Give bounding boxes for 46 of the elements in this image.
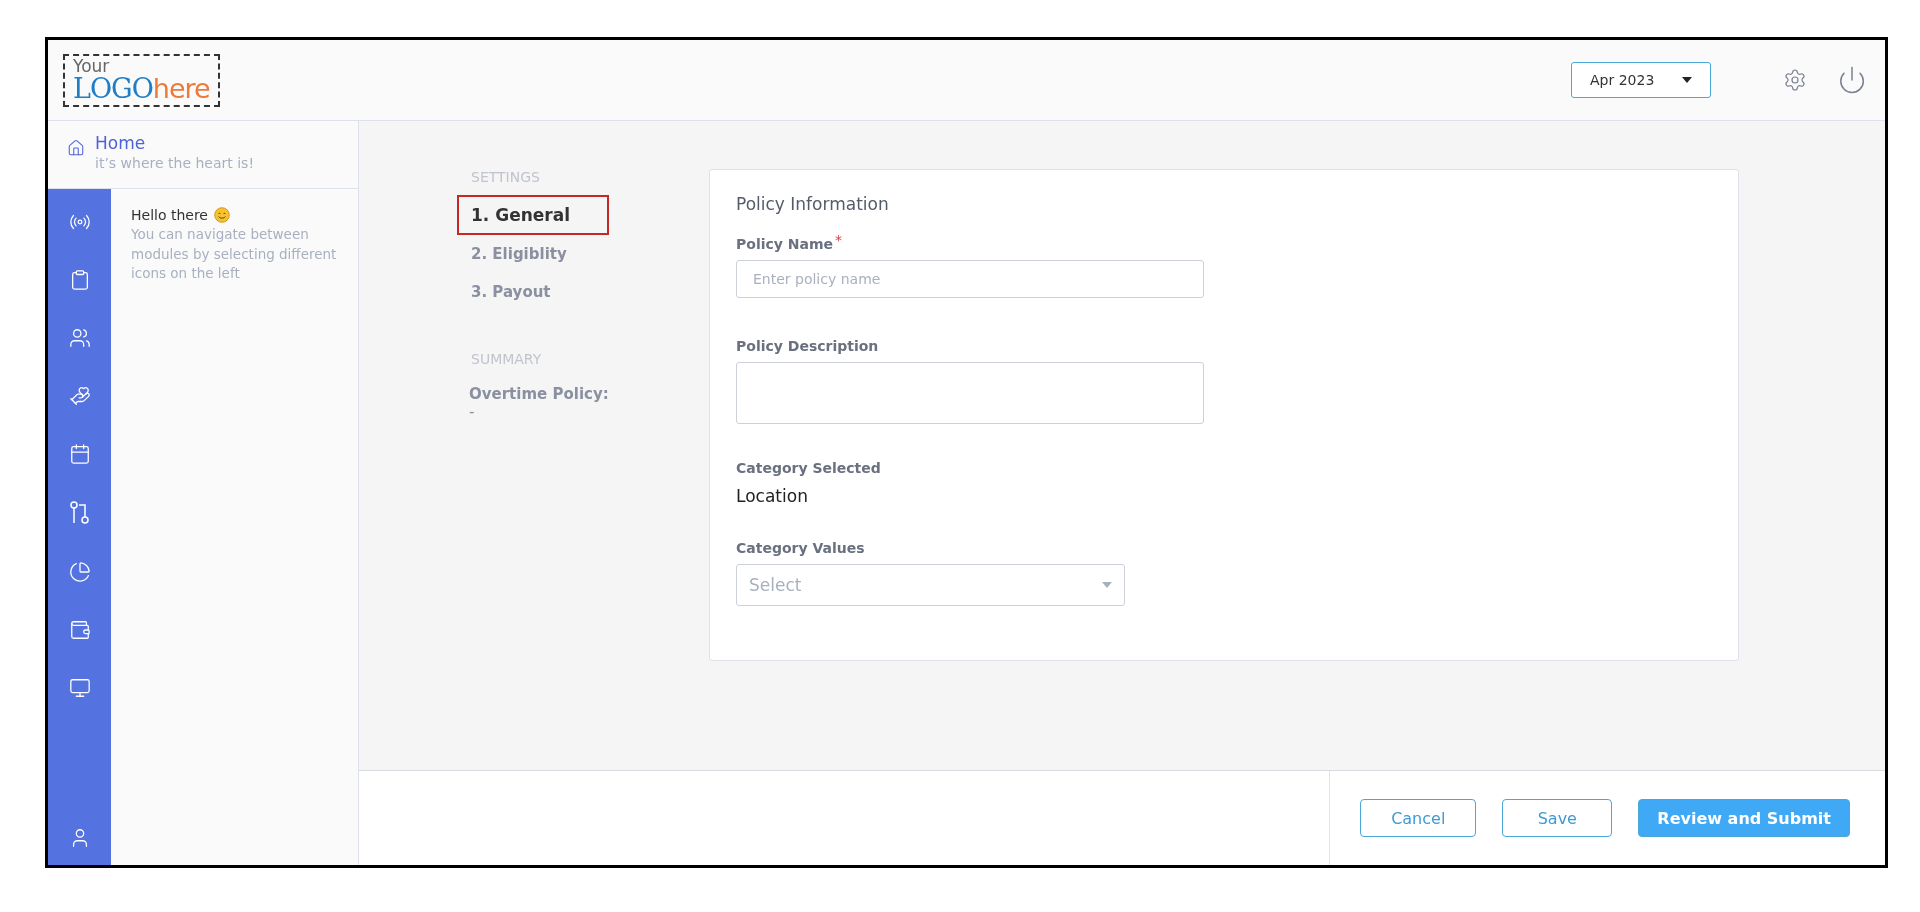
caret-icon [1682, 77, 1692, 83]
period-dropdown[interactable]: Apr 2023 [1571, 62, 1711, 98]
summary-value: - [469, 403, 476, 421]
smiley-icon [214, 207, 230, 223]
field-label: Policy Description [736, 338, 879, 354]
submit-button[interactable]: Review and Submit [1638, 799, 1850, 837]
route-icon [68, 501, 91, 525]
rail-button[interactable] [68, 561, 91, 583]
home-link[interactable]: Home [95, 133, 254, 153]
input-field[interactable]: Enter policy name [736, 260, 1204, 298]
required-mark: * [835, 232, 843, 248]
caret-icon [1102, 582, 1112, 588]
settings-icon [1783, 68, 1807, 92]
rail-button[interactable] [68, 619, 91, 641]
select-dropdown[interactable]: Select [736, 564, 1125, 606]
step-link[interactable]: 2. Eligiblity [457, 235, 609, 273]
field-label: Category Selected [736, 460, 881, 476]
hand-icon [68, 385, 91, 407]
rail-button[interactable] [68, 677, 91, 699]
step-link[interactable]: 1. General [457, 195, 609, 235]
wallet-icon [68, 619, 91, 641]
action-button[interactable]: Cancel [1360, 799, 1477, 837]
rail-button[interactable] [68, 327, 91, 349]
card-title: Policy Information [736, 194, 890, 214]
rail-button[interactable] [68, 501, 91, 525]
field-value: Location [736, 486, 809, 506]
users-icon [68, 327, 91, 349]
home-subtitle: it’s where the heart is! [95, 155, 254, 171]
summary-label: Overtime Policy: [469, 385, 610, 403]
field-label: Policy Name [736, 236, 834, 252]
logo: Your LOGOhere [63, 53, 220, 107]
textarea-field[interactable] [736, 362, 1204, 424]
power-icon [1837, 65, 1867, 95]
settings-button[interactable] [1783, 68, 1807, 92]
welcome-title: Hello there [131, 207, 208, 223]
welcome-text: You can navigate between modules by selecting different icons on the left [131, 225, 338, 284]
step-link[interactable]: 3. Payout [457, 273, 609, 311]
monitor-icon [68, 677, 91, 699]
pie-chart-icon [68, 561, 91, 583]
field-label: Category Values [736, 540, 865, 556]
home-icon [67, 139, 85, 157]
action-button[interactable]: Save [1502, 799, 1613, 837]
rail-button[interactable] [68, 385, 91, 407]
power-button[interactable] [1837, 65, 1867, 95]
rail-button[interactable] [68, 443, 91, 465]
calendar-icon [68, 443, 91, 465]
